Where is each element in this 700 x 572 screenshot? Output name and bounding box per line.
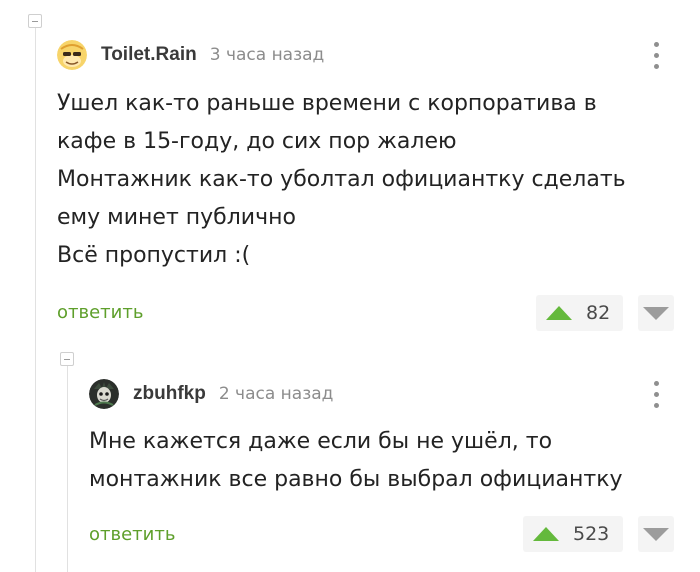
comment-2-timestamp[interactable]: 2 часа назад <box>219 384 334 404</box>
comment-thread: Toilet.Rain 3 часа назад Ушел как-то ран… <box>0 0 700 572</box>
dark-character-icon[interactable] <box>89 379 119 409</box>
upvote-arrow-icon <box>533 527 559 541</box>
comment-2-header: zbuhfkp 2 часа назад <box>89 378 333 410</box>
comment-2: zbuhfkp 2 часа назад Мне кажется даже ес… <box>0 0 700 572</box>
comment-2-reply-link[interactable]: ответить <box>89 524 175 545</box>
downvote-arrow-icon <box>643 528 669 541</box>
comment-2-more-options-icon[interactable] <box>651 380 661 410</box>
comment-2-upvote-button[interactable]: 523 <box>523 516 623 552</box>
comment-2-downvote-button[interactable] <box>638 516 674 552</box>
comment-2-username[interactable]: zbuhfkp <box>133 383 206 405</box>
comment-2-score: 523 <box>573 523 610 545</box>
comment-2-text: Мне кажется даже если бы не ушёл, то мон… <box>89 429 623 492</box>
